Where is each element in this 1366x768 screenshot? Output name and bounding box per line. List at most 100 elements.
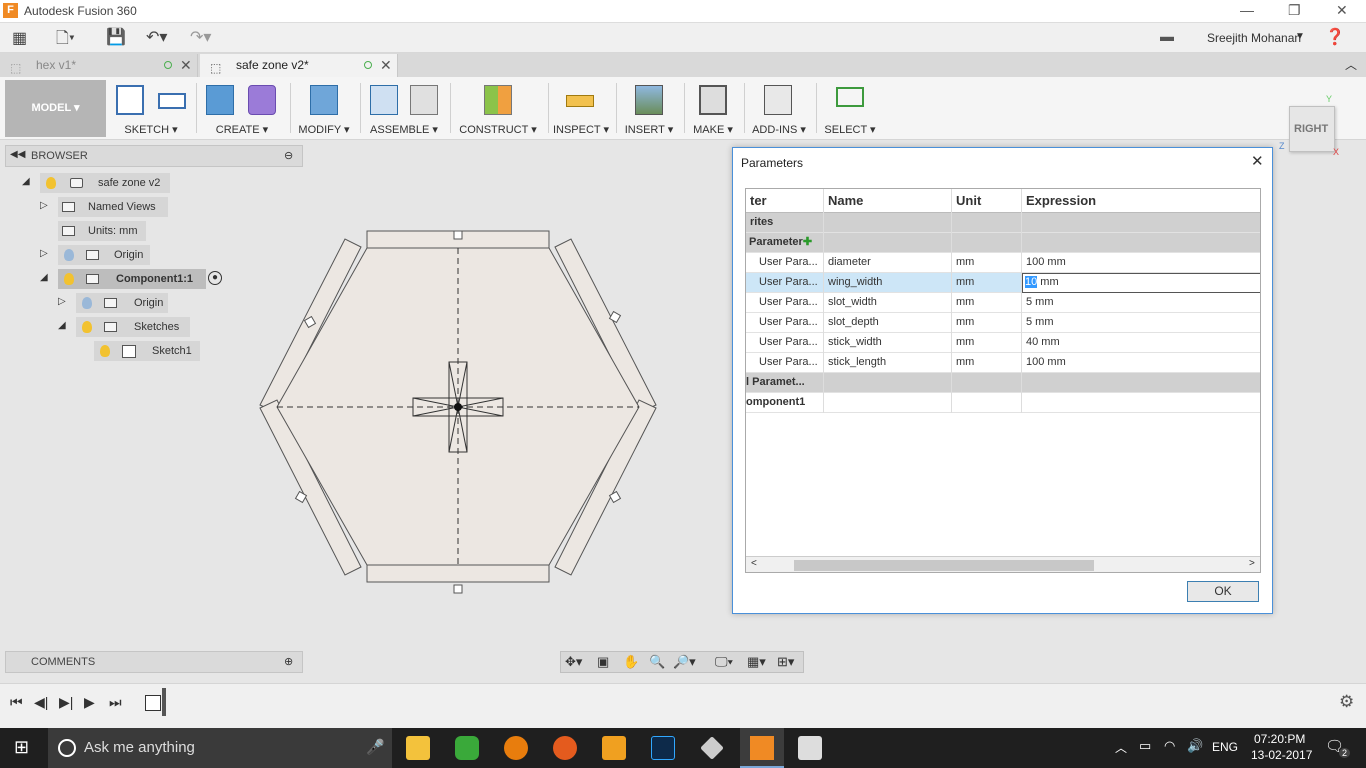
grid-menu-icon[interactable]: ▦ <box>12 28 27 48</box>
sketch-canvas[interactable] <box>255 225 665 595</box>
activate-component-icon[interactable]: ● <box>208 271 222 285</box>
close-dialog-icon[interactable]: ✕ <box>1251 152 1264 170</box>
tree-item-origin[interactable]: Origin <box>58 245 150 265</box>
chat-icon[interactable]: ▬ <box>1160 28 1174 44</box>
form-icon[interactable] <box>248 85 276 115</box>
settings-gear-icon[interactable]: ⚙ <box>1339 692 1354 712</box>
add-parameter-icon[interactable]: ✚ <box>803 236 812 248</box>
minimize-icon[interactable]: — <box>1240 2 1254 18</box>
new-component-icon[interactable] <box>370 85 398 115</box>
offset-plane-icon[interactable] <box>484 85 512 115</box>
user-dropdown-icon[interactable]: ▼ <box>1295 31 1305 42</box>
tree-item-units[interactable]: Units: mm <box>58 221 146 241</box>
tree-item-named-views[interactable]: Named Views <box>58 197 168 217</box>
volume-icon[interactable]: 🔊 <box>1187 738 1203 754</box>
select-icon[interactable] <box>836 87 864 107</box>
fusion-taskbar-button[interactable] <box>740 728 784 768</box>
pan-icon[interactable]: ✋ <box>623 654 639 670</box>
expand-arrow-icon[interactable]: ◢ <box>58 320 66 331</box>
clock-date[interactable]: 13-02-2017 <box>1251 748 1312 762</box>
tree-item-root[interactable]: safe zone v2 <box>40 173 170 193</box>
battery-icon[interactable]: ▭ <box>1139 738 1151 754</box>
insert-group[interactable]: INSERT ▾ <box>620 77 678 140</box>
expand-arrow-icon[interactable]: ◢ <box>22 176 30 187</box>
viewports-icon[interactable]: ⊞▾ <box>777 654 794 670</box>
play-icon[interactable]: ▶| <box>59 694 73 711</box>
tab-hex-v1[interactable]: ⬚ hex v1* ✕ <box>0 54 198 77</box>
inspect-group[interactable]: INSPECT ▾ <box>552 77 610 140</box>
create-sketch-icon[interactable] <box>116 85 144 115</box>
add-comment-icon[interactable]: ⊕ <box>284 655 293 668</box>
close-window-icon[interactable]: ✕ <box>1336 2 1348 19</box>
expression-input[interactable]: 10 mm <box>1022 273 1260 293</box>
ok-button[interactable]: OK <box>1187 581 1259 602</box>
joint-icon[interactable] <box>410 85 438 115</box>
browser-pin-icon[interactable]: ⊖ <box>284 149 293 162</box>
orbit-icon[interactable]: ✥▾ <box>565 654 582 670</box>
expand-arrow-icon[interactable]: ◢ <box>40 272 48 283</box>
scroll-right-icon[interactable]: > <box>1249 558 1255 569</box>
column-header-name[interactable]: Name <box>824 189 952 213</box>
scroll-left-icon[interactable]: < <box>751 558 757 569</box>
modify-group[interactable]: MODIFY ▾ <box>294 77 354 140</box>
sketch-group[interactable]: SKETCH ▾ <box>112 77 190 140</box>
inkscape-icon[interactable] <box>700 736 724 760</box>
step-forward-icon[interactable]: ▶ <box>84 694 95 711</box>
fit-icon[interactable]: 🔎▾ <box>673 654 696 670</box>
visibility-bulb-icon[interactable] <box>82 297 92 309</box>
column-header-unit[interactable]: Unit <box>952 189 1022 213</box>
favorites-group-row[interactable]: rites <box>746 213 1260 233</box>
browser-panel-header[interactable]: ◀◀ BROWSER ⊖ <box>5 145 303 167</box>
windows-start-icon[interactable]: ⊞ <box>14 737 29 758</box>
viewcube[interactable]: RIGHT <box>1289 106 1335 152</box>
undo-icon[interactable]: ↶▾ <box>146 27 167 47</box>
zoom-icon[interactable]: 🔍 <box>649 654 665 670</box>
construct-group[interactable]: CONSTRUCT ▾ <box>454 77 542 140</box>
microphone-icon[interactable]: 🎤 <box>366 728 385 768</box>
addins-group[interactable]: ADD-INS ▾ <box>748 77 810 140</box>
app-icon-grey[interactable] <box>798 736 822 760</box>
scripts-icon[interactable] <box>764 85 792 115</box>
rectangle-icon[interactable] <box>158 93 186 109</box>
redo-icon[interactable]: ↷▾ <box>190 27 211 47</box>
close-tab-icon[interactable]: ✕ <box>380 54 392 76</box>
make-group[interactable]: MAKE ▾ <box>688 77 738 140</box>
restore-icon[interactable]: ❐ <box>1288 2 1301 19</box>
timeline-marker[interactable] <box>162 688 166 716</box>
workspace-switcher[interactable]: MODEL ▾ <box>5 80 106 137</box>
parameter-row[interactable]: User Para... stick_width mm 40 mm <box>746 333 1260 353</box>
column-header-expression[interactable]: Expression <box>1022 189 1260 213</box>
parameter-row[interactable]: User Para... diameter mm 100 mm <box>746 253 1260 273</box>
go-to-start-icon[interactable]: ⏮ <box>10 694 23 711</box>
assemble-group[interactable]: ASSEMBLE ▾ <box>364 77 444 140</box>
measure-icon[interactable] <box>566 95 594 107</box>
file-explorer-icon[interactable] <box>406 736 430 760</box>
parameter-row-selected[interactable]: User Para... wing_width mm 10 mm <box>746 273 1260 293</box>
language-indicator[interactable]: ENG <box>1212 740 1238 754</box>
app-icon-green[interactable] <box>455 736 479 760</box>
parameter-row[interactable]: User Para... slot_width mm 5 mm <box>746 293 1260 313</box>
visibility-bulb-icon[interactable] <box>46 177 56 189</box>
firefox-icon[interactable] <box>553 736 577 760</box>
wifi-icon[interactable]: ◠ <box>1164 738 1175 754</box>
component-row[interactable]: omponent1 <box>746 393 1260 413</box>
expand-arrow-icon[interactable]: ▷ <box>40 200 48 211</box>
user-name[interactable]: Sreejith Mohanan <box>1207 31 1301 45</box>
3d-print-icon[interactable] <box>699 85 727 115</box>
save-icon[interactable]: 💾 <box>106 27 126 47</box>
model-parameters-group-row[interactable]: l Paramet... <box>746 373 1260 393</box>
close-tab-icon[interactable]: ✕ <box>180 54 192 76</box>
horizontal-scrollbar[interactable]: < > <box>746 556 1260 572</box>
file-icon[interactable]: 🗋▾ <box>56 27 75 54</box>
visibility-bulb-icon[interactable] <box>82 321 92 333</box>
insert-image-icon[interactable] <box>635 85 663 115</box>
scrollbar-thumb[interactable] <box>794 560 1094 571</box>
visibility-bulb-icon[interactable] <box>64 249 74 261</box>
tray-overflow-icon[interactable]: ︿ <box>1115 739 1127 756</box>
display-settings-icon[interactable]: 🖵▾ <box>715 654 733 670</box>
tree-item-component[interactable]: Component1:1 <box>58 269 206 289</box>
column-header-type[interactable]: ter <box>746 189 824 213</box>
clock-time[interactable]: 07:20:PM <box>1254 732 1305 746</box>
cortana-search[interactable]: Ask me anything 🎤 <box>48 728 392 768</box>
grid-settings-icon[interactable]: ▦▾ <box>747 654 766 670</box>
